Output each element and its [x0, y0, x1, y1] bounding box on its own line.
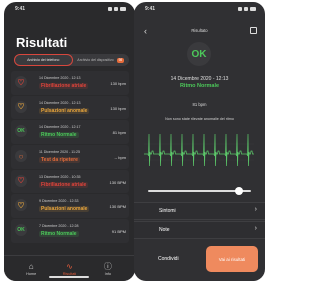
- status-time: 9:41: [15, 6, 26, 12]
- result-row[interactable]: ♡ 9 Dicembre 2020 - 12:33 Pulsazioni anoma…: [11, 194, 129, 218]
- result-date: 14 Dicembre 2020 - 12:13: [39, 76, 81, 80]
- ok-icon: OK: [15, 125, 27, 138]
- symptoms-label: Sintomi: [159, 208, 176, 214]
- chevron-right-icon: ›: [254, 206, 257, 213]
- result-bpm: 130 BPM: [109, 179, 126, 185]
- result-date: 13 Dicembre 2020 - 10:35: [39, 174, 81, 179]
- result-bpm: -- bpm: [114, 155, 126, 161]
- chevron-right-icon: ›: [254, 225, 257, 232]
- results-list-screen: 9:41 Risultati Archivio dei telefono Arc…: [4, 2, 135, 281]
- results-list: ♡ 14 Dicembre 2020 - 12:13 Fibrillazione a…: [11, 71, 129, 244]
- result-row[interactable]: OK 7 Dicembre 2020 - 12:28 Ritmo Normale 91…: [11, 219, 129, 243]
- slider-thumb[interactable]: [235, 187, 244, 195]
- result-bpm: 130 bpm: [110, 105, 126, 111]
- tab-label: Home: [26, 271, 37, 276]
- page-title: Risultati: [16, 35, 68, 50]
- status-bar: 9:41: [134, 2, 265, 20]
- status-time: 9:41: [145, 6, 156, 12]
- result-status: Ritmo Normale: [179, 83, 220, 89]
- result-date: 9 Dicembre 2020 - 12:33: [39, 199, 79, 204]
- archive-segmented-control: Archivio dei telefono Archivio del dispo…: [14, 54, 129, 66]
- result-row[interactable]: ♡ 14 Dicembre 2020 - 12:13 Pulsazioni anom…: [11, 95, 129, 120]
- result-bpm: 81 bpm: [112, 130, 126, 136]
- notes-row[interactable]: Note ›: [134, 221, 265, 239]
- result-bpm: 91 BPM: [111, 229, 126, 235]
- heart-icon: ♡: [15, 199, 27, 212]
- result-row[interactable]: ♡ 13 Dicembre 2020 - 10:35 Fibrillazione a…: [11, 169, 129, 194]
- info-icon: ⓘ: [103, 261, 112, 271]
- result-row[interactable]: ♡ 14 Dicembre 2020 - 12:13 Fibrillazione a…: [11, 71, 129, 95]
- result-date: 7 Dicembre 2020 - 12:28: [39, 224, 79, 229]
- ok-status-icon: OK: [187, 42, 211, 66]
- result-bpm: 81 bpm: [192, 102, 207, 107]
- tab-label: Info: [104, 271, 111, 276]
- ecg-waveform: [144, 133, 254, 167]
- home-indicator: [49, 276, 89, 278]
- share-button[interactable]: Condividi: [158, 256, 179, 262]
- heart-icon: ♡: [15, 76, 27, 88]
- result-label: Pulsazioni anomale: [39, 107, 90, 114]
- go-to-results-button[interactable]: Vai ai risultati: [206, 246, 258, 272]
- tab-device-archive[interactable]: Archivio del dispositivo 98: [73, 54, 130, 66]
- result-bpm: 130 BPM: [109, 204, 126, 210]
- tab-home[interactable]: ⌂ Home: [16, 262, 46, 276]
- result-row[interactable]: ○ 11 Dicembre 2020 - 11:25 Test da ripeter…: [11, 145, 129, 169]
- result-description: Non sono state rilevate anomalie del rit…: [165, 117, 234, 121]
- tab-phone-archive[interactable]: Archivio dei telefono: [14, 54, 73, 66]
- heart-icon: ♡: [15, 100, 27, 113]
- result-date: 14 Dicembre 2020 - 12:13: [170, 76, 229, 82]
- pulse-icon: ∿: [66, 261, 73, 271]
- result-label: Fibrillazione atriale: [39, 181, 89, 188]
- status-bar: 9:41: [4, 2, 135, 20]
- status-icons: [238, 7, 256, 11]
- result-row[interactable]: OK 14 Dicembre 2020 - 12:17 Ritmo Normale 8…: [11, 120, 129, 144]
- result-label: Fibrillazione atriale: [39, 83, 89, 89]
- status-icons: [108, 7, 126, 11]
- share-icon[interactable]: [250, 27, 257, 34]
- result-bpm: 130 bpm: [110, 81, 126, 86]
- tab-risultati[interactable]: ∿ Risultati: [54, 262, 84, 276]
- result-label: Ritmo Normale: [39, 231, 79, 238]
- nav-title: Risultato: [191, 28, 208, 33]
- tab-device-archive-label: Archivio del dispositivo: [77, 58, 114, 62]
- device-archive-count-badge: 98: [116, 57, 125, 63]
- playback-slider[interactable]: [148, 187, 251, 195]
- tab-label: Risultati: [62, 271, 77, 276]
- result-detail-screen: 9:41 ‹ Risultato OK 14 Dicembre 2020 - 1…: [134, 2, 265, 281]
- result-label: Pulsazioni anomale: [39, 206, 90, 213]
- notes-label: Note: [159, 227, 170, 233]
- heart-icon: ♡: [15, 174, 27, 187]
- result-label: Test da ripetere: [39, 157, 80, 164]
- tab-phone-archive-label: Archivio dei telefono: [27, 58, 60, 62]
- result-label: Ritmo Normale: [39, 132, 79, 139]
- result-date: 11 Dicembre 2020 - 11:25: [39, 150, 81, 155]
- home-icon: ⌂: [28, 261, 34, 271]
- symptoms-row[interactable]: Sintomi ›: [134, 202, 265, 220]
- tab-info[interactable]: ⓘ Info: [93, 262, 123, 276]
- ok-icon: OK: [15, 224, 27, 237]
- result-date: 14 Dicembre 2020 - 12:17: [39, 125, 81, 130]
- result-date: 14 Dicembre 2020 - 12:13: [39, 100, 81, 105]
- alert-icon: ○: [15, 150, 27, 163]
